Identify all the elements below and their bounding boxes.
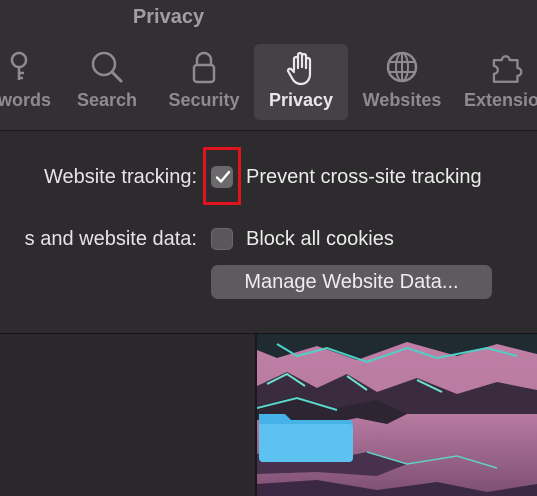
tab-label: Privacy (268, 90, 334, 110)
search-icon (72, 50, 142, 84)
globe-icon (358, 50, 446, 84)
folder-icon (259, 414, 353, 462)
tab-label: Search (76, 90, 138, 110)
tab-label: Security (168, 90, 240, 110)
website-tracking-label: Website tracking: (43, 166, 197, 188)
toolbar: Privacy words Search Security Privacy We… (0, 0, 537, 131)
block-all-cookies-checkbox[interactable] (211, 228, 233, 250)
key-icon (0, 50, 50, 84)
tab-privacy[interactable]: Privacy (254, 44, 348, 120)
tab-passwords[interactable]: words (0, 44, 52, 120)
hand-icon (254, 50, 348, 86)
desktop-wallpaper (257, 334, 537, 496)
tab-extensions[interactable]: Extensio (464, 44, 537, 120)
block-all-cookies-label[interactable]: Block all cookies (246, 228, 394, 251)
window-title: Privacy (132, 6, 205, 28)
manage-website-data-button[interactable]: Manage Website Data... (211, 265, 492, 299)
tab-websites[interactable]: Websites (358, 44, 446, 120)
tab-security[interactable]: Security (163, 44, 245, 120)
tab-label: Websites (362, 90, 442, 110)
highlight-box (203, 147, 241, 205)
tab-label: Extensio (464, 90, 537, 110)
puzzle-icon (464, 50, 537, 84)
tab-search[interactable]: Search (72, 44, 142, 120)
lock-icon (163, 50, 245, 84)
prevent-cross-site-tracking-label[interactable]: Prevent cross-site tracking (246, 166, 482, 189)
tab-label: words (0, 90, 52, 110)
background-window (0, 334, 255, 496)
cookies-website-data-label: s and website data: (24, 228, 197, 250)
